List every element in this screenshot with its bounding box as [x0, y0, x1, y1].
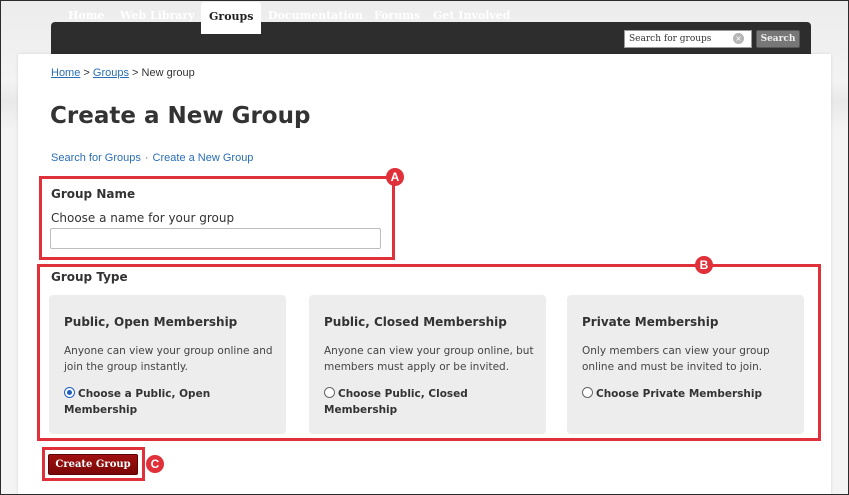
group-name-label: Choose a name for your group	[51, 211, 235, 225]
radio-label[interactable]: Choose Public, Closed Membership	[324, 388, 468, 416]
option-public-open[interactable]: Public, Open Membership Anyone can view …	[49, 295, 286, 434]
nav-groups[interactable]: Groups	[201, 2, 262, 34]
callout-badge-b: B	[695, 256, 713, 274]
subnav-separator: ·	[144, 152, 149, 164]
option-description: Anyone can view your group online, but m…	[324, 345, 534, 373]
breadcrumb: Home > Groups > New group	[51, 67, 195, 79]
option-radio-row[interactable]: Choose Private Membership	[582, 386, 797, 402]
option-description: Only members can view your group online …	[582, 345, 770, 373]
callout-badge-c: C	[146, 455, 164, 473]
radio-label[interactable]: Choose Private Membership	[596, 388, 762, 400]
radio-private[interactable]	[582, 387, 593, 398]
nav-get-involved[interactable]: Get Involved	[433, 0, 510, 32]
group-subnav: Search for Groups · Create a New Group	[51, 152, 253, 164]
create-group-button[interactable]: Create Group	[48, 454, 138, 475]
option-radio-row[interactable]: Choose a Public, Open Membership	[64, 386, 279, 418]
nav-web-library[interactable]: Web Library	[120, 0, 195, 32]
search-button[interactable]: Search	[756, 30, 800, 48]
group-name-input[interactable]	[50, 228, 381, 249]
breadcrumb-groups-link[interactable]: Groups	[93, 67, 129, 79]
option-private[interactable]: Private Membership Only members can view…	[567, 295, 804, 434]
group-name-heading: Group Name	[51, 187, 136, 201]
radio-label[interactable]: Choose a Public, Open Membership	[64, 388, 210, 416]
group-type-heading: Group Type	[51, 270, 128, 284]
clear-search-icon[interactable]: ×	[733, 33, 744, 44]
option-public-closed[interactable]: Public, Closed Membership Anyone can vie…	[309, 295, 546, 434]
breadcrumb-separator: >	[128, 67, 142, 79]
radio-public-closed[interactable]	[324, 387, 335, 398]
breadcrumb-home-link[interactable]: Home	[51, 67, 80, 79]
option-title: Private Membership	[582, 315, 719, 329]
radio-public-open[interactable]	[64, 387, 75, 398]
page-title: Create a New Group	[50, 103, 311, 129]
option-radio-row[interactable]: Choose Public, Closed Membership	[324, 386, 539, 418]
callout-badge-a: A	[386, 168, 404, 186]
option-description: Anyone can view your group online and jo…	[64, 345, 273, 373]
nav-documentation[interactable]: Documentation	[268, 0, 363, 32]
option-title: Public, Closed Membership	[324, 315, 507, 329]
search-groups-link[interactable]: Search for Groups	[51, 152, 141, 164]
breadcrumb-separator: >	[80, 67, 93, 79]
option-title: Public, Open Membership	[64, 315, 238, 329]
breadcrumb-current: New group	[141, 67, 195, 79]
nav-home[interactable]: Home	[68, 0, 104, 32]
nav-forums[interactable]: Forums	[374, 0, 420, 32]
create-group-link[interactable]: Create a New Group	[153, 152, 254, 164]
